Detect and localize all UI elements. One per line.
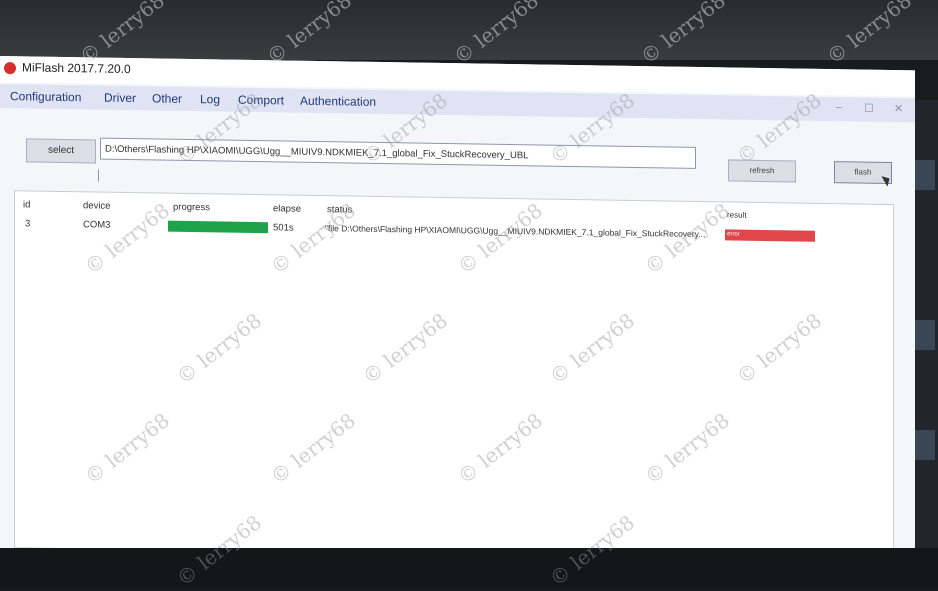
column-header-progress: progress (173, 201, 210, 214)
column-header-result: result (727, 210, 747, 220)
rom-path-field[interactable]: D:\Others\Flashing HP\XIAOMI\UGG\Ugg__MI… (100, 137, 696, 169)
miflash-window: MiFlash 2017.7.20.0 Configuration Driver… (0, 56, 915, 565)
row-id: 3 (25, 218, 31, 230)
table-row[interactable]: 3 COM3 501s "file D:\Others\Flashing HP\… (15, 191, 893, 242)
menu-comport[interactable]: Comport (238, 93, 284, 108)
select-button[interactable]: select (26, 138, 96, 164)
menu-log[interactable]: Log (200, 92, 220, 106)
menu-other[interactable]: Other (152, 91, 182, 105)
progress-fill (168, 220, 268, 234)
row-elapse: 501s (273, 222, 294, 234)
row-device: COM3 (83, 219, 111, 231)
column-header-device: device (83, 200, 111, 212)
row-result-error: error (725, 229, 815, 242)
column-header-id: id (23, 199, 31, 211)
menu-driver[interactable]: Driver (104, 91, 136, 106)
minimize-icon[interactable]: – (836, 101, 842, 113)
device-table: id device progress elapse status result … (14, 190, 894, 563)
row-status: "file D:\Others\Flashing HP\XIAOMI\UGG\U… (325, 223, 706, 240)
window-title: MiFlash 2017.7.20.0 (22, 60, 131, 77)
miflash-app-icon (4, 62, 16, 75)
text-caret (98, 169, 99, 182)
column-header-status: status (327, 204, 353, 216)
laptop-bezel-top (0, 0, 938, 60)
column-header-elapse: elapse (273, 203, 301, 215)
menu-configuration[interactable]: Configuration (10, 89, 81, 104)
laptop-bezel-bottom (0, 548, 938, 589)
close-icon[interactable]: ✕ (894, 102, 903, 115)
row-progress-bar (168, 220, 268, 234)
maximize-icon[interactable]: ☐ (864, 102, 874, 115)
refresh-button[interactable]: refresh (728, 159, 796, 183)
menu-authentication[interactable]: Authentication (300, 94, 376, 109)
